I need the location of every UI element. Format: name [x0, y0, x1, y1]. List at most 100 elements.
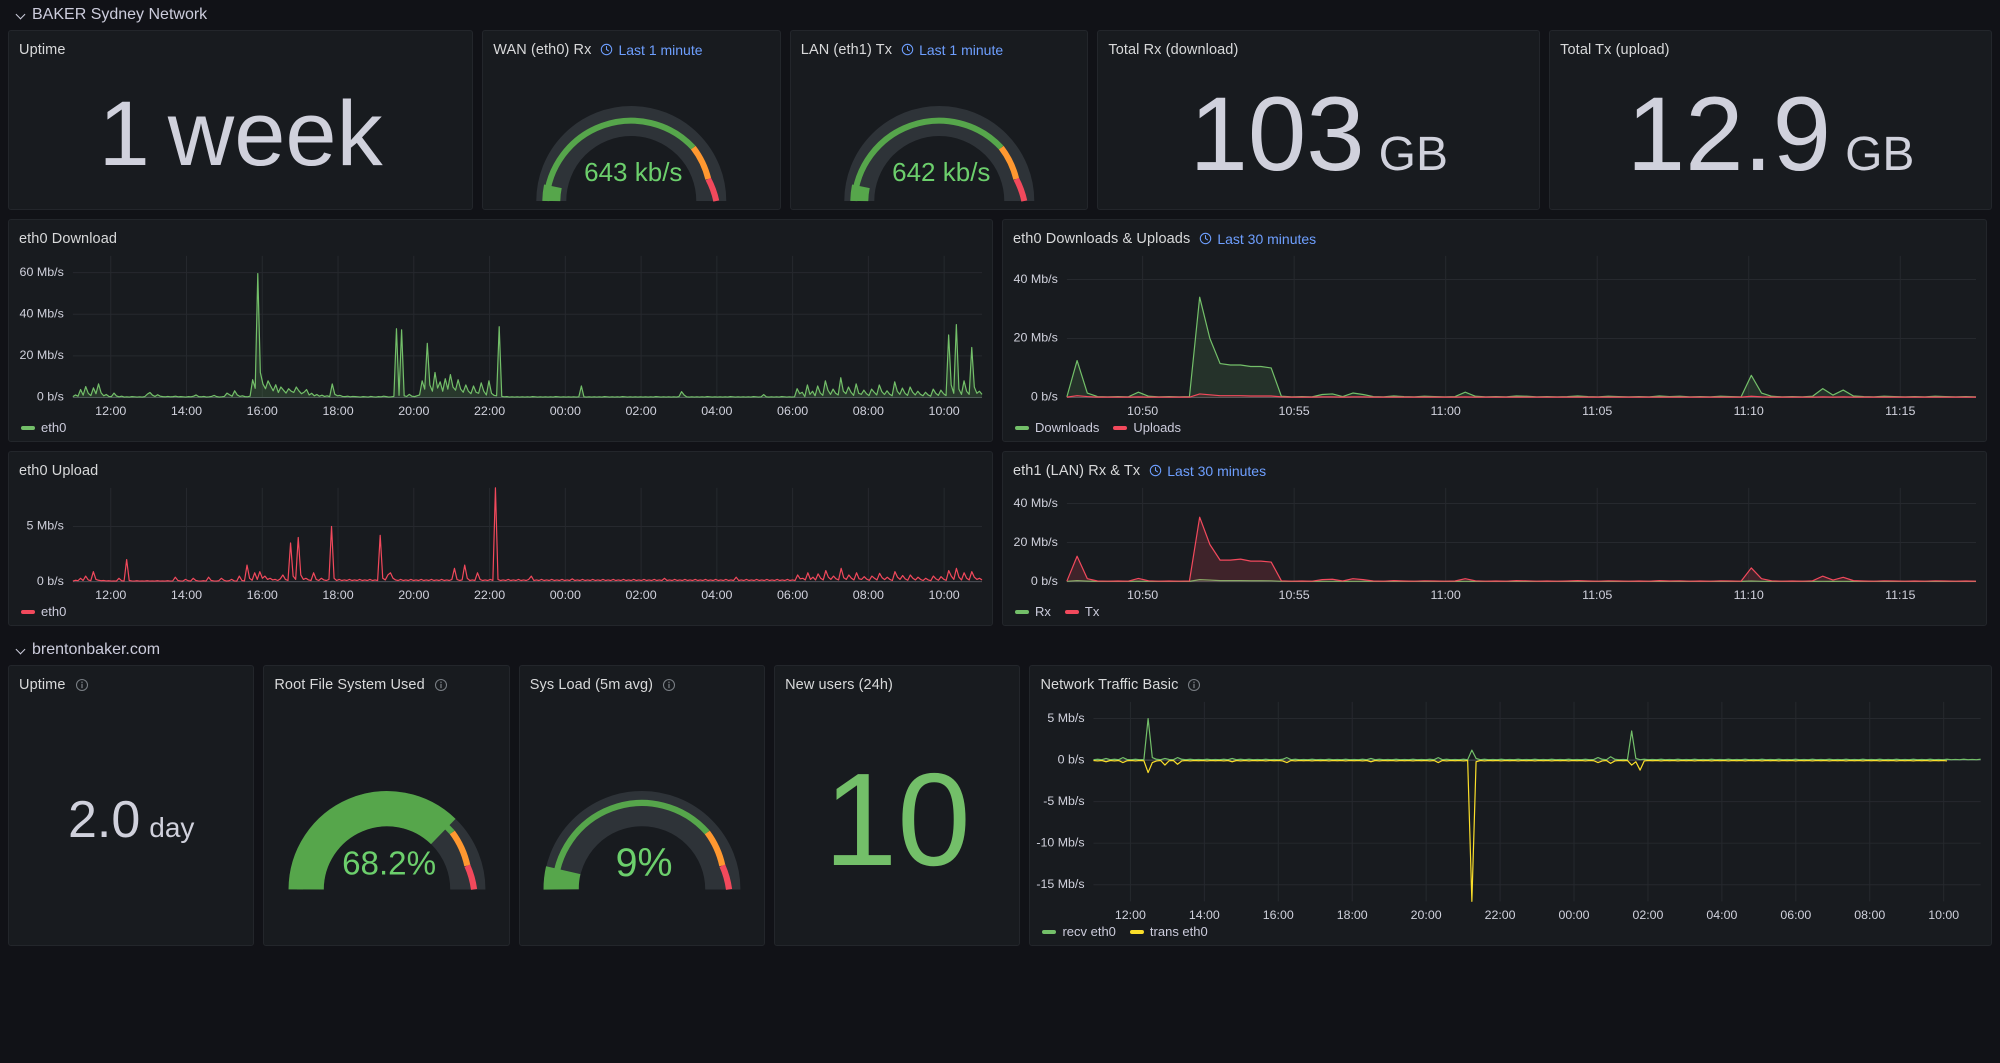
panel-root-file-system-used[interactable]: Root File System Used 68.2% — [263, 665, 510, 946]
panel-total-tx-upload[interactable]: Total Tx (upload) 12.9 GB — [1549, 30, 1992, 210]
svg-text:00:00: 00:00 — [1559, 908, 1590, 922]
chart-legend: eth0 — [21, 604, 66, 619]
svg-text:14:00: 14:00 — [171, 588, 202, 602]
panel-uptime-network[interactable]: Uptime 1 week — [8, 30, 474, 210]
stat-number: 2.0 — [67, 790, 141, 849]
panel-header: Total Rx (download) — [1098, 31, 1539, 59]
legend-color-swatch — [1113, 425, 1128, 430]
svg-text:18:00: 18:00 — [1337, 908, 1368, 922]
chart-legend: Downloads Uploads — [1015, 420, 1181, 435]
svg-text:14:00: 14:00 — [1189, 908, 1220, 922]
legend-label: trans eth0 — [1149, 924, 1208, 939]
panel-title: Total Rx (download) — [1108, 41, 1239, 58]
graph-eth0-download[interactable]: 0 b/s 20 Mb/s 40 Mb/s 60 Mb/s 12:00 14:00 16:0… — [9, 248, 992, 441]
stat-number: 12.9 — [1626, 75, 1832, 193]
row-header-brentonbaker-com[interactable]: brentonbaker.com — [8, 635, 1992, 665]
legend-item[interactable]: Rx — [1015, 604, 1051, 619]
clock-icon — [1150, 464, 1162, 477]
panel-total-rx-download[interactable]: Total Rx (download) 103 GB — [1097, 30, 1541, 210]
gauge-value: 642 kb/s — [892, 157, 990, 187]
stat-unit: GB — [1845, 127, 1915, 181]
chart-svg: 0 b/s 20 Mb/s 40 Mb/s 10:50 10:55 11:00 11:05 1… — [1014, 487, 1986, 602]
legend-item[interactable]: eth0 — [21, 604, 66, 619]
svg-text:16:00: 16:00 — [247, 404, 278, 418]
gauge-value: 68.2% — [342, 845, 436, 882]
svg-text:0 b/s: 0 b/s — [37, 390, 64, 404]
time-range-label: Last 1 minute — [919, 41, 1004, 58]
info-circle-icon[interactable] — [1187, 678, 1201, 692]
stat-number: 10 — [823, 745, 971, 893]
svg-text:11:00: 11:00 — [1431, 404, 1461, 418]
row-title: BAKER Sydney Network — [32, 6, 208, 23]
svg-text:02:00: 02:00 — [626, 404, 657, 418]
info-circle-icon[interactable] — [662, 678, 676, 692]
svg-text:20 Mb/s: 20 Mb/s — [1014, 331, 1058, 345]
legend-label: recv eth0 — [1062, 924, 1116, 939]
panel-sys-load-5m-avg[interactable]: Sys Load (5m avg) 9% — [518, 665, 766, 946]
graph-eth1-lan-rx-tx[interactable]: 0 b/s 20 Mb/s 40 Mb/s 10:50 10:55 11:00 11:05 1… — [1003, 480, 1986, 625]
panel-wan-eth0-rx[interactable]: WAN (eth0) Rx Last 1 minute 643 kb/s — [482, 30, 781, 210]
svg-text:00:00: 00:00 — [550, 588, 581, 602]
svg-text:04:00: 04:00 — [701, 404, 732, 418]
svg-text:22:00: 22:00 — [1485, 908, 1516, 922]
svg-text:40 Mb/s: 40 Mb/s — [1014, 496, 1058, 510]
legend-label: eth0 — [41, 420, 67, 435]
legend-item[interactable]: eth0 — [21, 420, 66, 435]
panel-title: eth0 Download — [19, 230, 118, 247]
panel-network-traffic-basic[interactable]: Network Traffic Basic 5 Mb/s 0 b/s -5 Mb/s… — [1029, 665, 1992, 946]
svg-text:14:00: 14:00 — [171, 404, 202, 418]
svg-text:12:00: 12:00 — [95, 404, 126, 418]
panel-eth0-upload[interactable]: eth0 Upload 0 b/s 5 Mb/s 12:00 14:00 16:00 18… — [8, 451, 993, 626]
gauge-rootfs: 68.2% — [288, 791, 485, 891]
panel-header: Uptime — [9, 31, 472, 59]
stat-value-container: 2.0 day — [9, 694, 253, 945]
svg-text:20 Mb/s: 20 Mb/s — [1014, 535, 1058, 549]
info-circle-icon[interactable] — [75, 678, 89, 692]
legend-color-swatch — [21, 425, 35, 430]
panel-header: LAN (eth1) Tx Last 1 minute — [791, 31, 1088, 59]
svg-text:20:00: 20:00 — [1411, 908, 1442, 922]
panel-eth1-lan-rx-tx[interactable]: eth1 (LAN) Rx & Tx Last 30 minutes 0 b/s… — [1002, 451, 1987, 626]
panel-title: Root File System Used — [274, 676, 425, 693]
svg-text:12:00: 12:00 — [1115, 908, 1146, 922]
time-range-label: Last 30 minutes — [1217, 230, 1317, 247]
gauge-container: 642 kb/s — [791, 59, 1088, 209]
panel-header: Network Traffic Basic — [1030, 666, 1991, 694]
legend-item[interactable]: Uploads — [1113, 420, 1181, 435]
svg-text:5 Mb/s: 5 Mb/s — [26, 519, 63, 533]
svg-text:08:00: 08:00 — [853, 404, 884, 418]
legend-item[interactable]: trans eth0 — [1129, 924, 1208, 939]
row-header-baker-sydney-network[interactable]: BAKER Sydney Network — [8, 0, 1992, 30]
svg-text:0 b/s: 0 b/s — [1031, 574, 1058, 588]
legend-item[interactable]: recv eth0 — [1042, 924, 1116, 939]
legend-label: Tx — [1084, 604, 1100, 619]
panel-new-users-24h[interactable]: New users (24h) 10 — [774, 665, 1021, 946]
panel-header: eth1 (LAN) Rx & Tx Last 30 minutes — [1003, 452, 1986, 480]
chart-svg: 0 b/s 20 Mb/s 40 Mb/s 60 Mb/s 12:00 14:00 16:0… — [20, 255, 992, 418]
panel-eth0-downloads-uploads[interactable]: eth0 Downloads & Uploads Last 30 minutes… — [1002, 219, 1987, 442]
panel-eth0-download[interactable]: eth0 Download 0 b/s 20 Mb/s 40 Mb/s 60 Mb/s… — [8, 219, 993, 442]
panel-lan-eth1-tx[interactable]: LAN (eth1) Tx Last 1 minute 642 kb/s — [789, 30, 1089, 210]
info-circle-icon[interactable] — [434, 678, 448, 692]
graph-eth0-upload[interactable]: 0 b/s 5 Mb/s 12:00 14:00 16:00 18:00 20:00 22:0… — [9, 480, 992, 625]
legend-item[interactable]: Downloads — [1015, 420, 1099, 435]
panel-uptime-web[interactable]: Uptime 2.0 day — [8, 665, 255, 946]
time-range-label: Last 1 minute — [618, 41, 703, 58]
svg-text:08:00: 08:00 — [1855, 908, 1886, 922]
panel-header: Uptime — [9, 666, 253, 694]
svg-text:11:10: 11:10 — [1734, 404, 1764, 418]
legend-item[interactable]: Tx — [1064, 604, 1100, 619]
panel-header: Root File System Used — [264, 666, 508, 694]
chart-legend: recv eth0 trans eth0 — [1042, 924, 1208, 939]
row-title: brentonbaker.com — [32, 641, 161, 658]
svg-text:02:00: 02:00 — [1633, 908, 1664, 922]
svg-text:20:00: 20:00 — [398, 404, 429, 418]
svg-text:06:00: 06:00 — [777, 588, 808, 602]
stat-value-container: 10 — [775, 694, 1019, 945]
svg-text:12:00: 12:00 — [95, 588, 126, 602]
svg-text:10:55: 10:55 — [1279, 588, 1310, 602]
graph-eth0-downloads-uploads[interactable]: 0 b/s 20 Mb/s 40 Mb/s 10:50 10:55 11:00 11:05 1… — [1003, 248, 1986, 441]
panel-time-range: Last 30 minutes — [1149, 463, 1266, 479]
graph-network-traffic-basic[interactable]: 5 Mb/s 0 b/s -5 Mb/s -10 Mb/s -15 Mb/s 12:00 1… — [1030, 694, 1991, 945]
panel-title: eth0 Downloads & Uploads — [1013, 230, 1191, 247]
